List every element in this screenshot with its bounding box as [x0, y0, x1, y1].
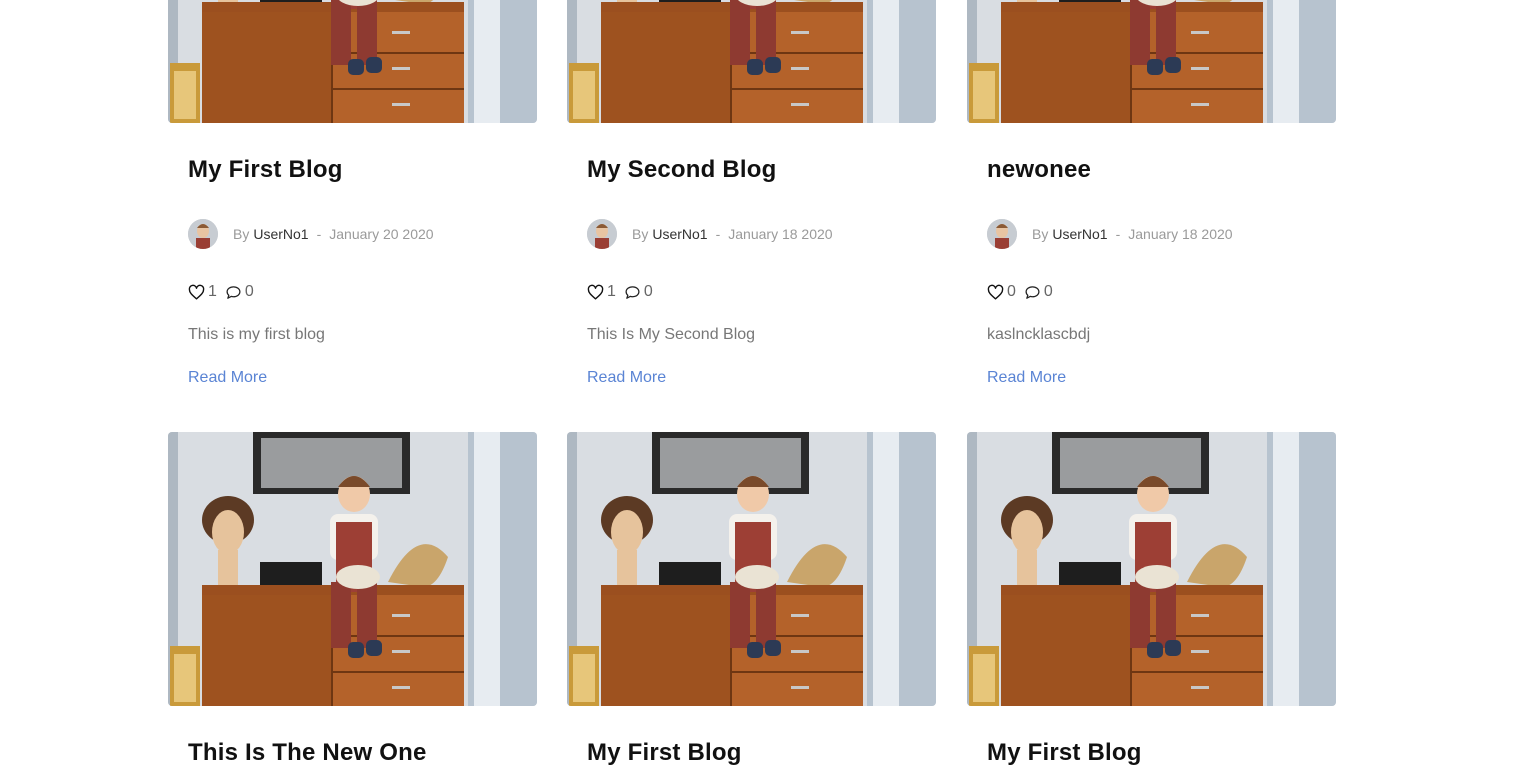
post-meta: By UserNo1 - January 18 2020: [987, 219, 1233, 249]
author-link[interactable]: UserNo1: [1052, 226, 1107, 242]
author-avatar[interactable]: [188, 219, 218, 249]
post-stats: 1 0: [188, 282, 262, 302]
by-label: By: [233, 226, 250, 242]
read-more-link[interactable]: Read More: [587, 369, 666, 387]
post-stats: 0 0: [987, 282, 1061, 302]
blog-cover-image[interactable]: [168, 432, 537, 706]
post-meta: By UserNo1 - January 20 2020: [188, 219, 434, 249]
like-count: 1: [208, 283, 217, 300]
post-excerpt: This is my first blog: [188, 326, 325, 343]
post-date: January 18 2020: [1128, 226, 1233, 242]
speech-bubble-icon[interactable]: [624, 284, 641, 301]
by-label: By: [632, 226, 649, 242]
post-meta: By UserNo1 - January 18 2020: [587, 219, 833, 249]
like-count: 0: [1007, 283, 1016, 300]
blog-grid: My First Blog By UserNo1 - January 20 20…: [168, 0, 1338, 766]
comment-count: 0: [244, 283, 254, 300]
comment-count: 0: [643, 283, 653, 300]
by-label: By: [1032, 226, 1049, 242]
post-excerpt: This Is My Second Blog: [587, 326, 756, 343]
blog-cover-image[interactable]: [967, 0, 1336, 123]
post-date: January 18 2020: [728, 226, 833, 242]
post-excerpt: kaslncklascbdj: [987, 326, 1091, 343]
meta-separator: -: [1115, 226, 1121, 242]
blog-cover-image[interactable]: [168, 0, 537, 123]
author-avatar[interactable]: [987, 219, 1017, 249]
speech-bubble-icon[interactable]: [1024, 284, 1041, 301]
blog-title[interactable]: This Is The New One: [188, 739, 427, 767]
blog-cover-image[interactable]: [567, 432, 936, 706]
blog-cover-image[interactable]: [567, 0, 936, 123]
blog-cover-image[interactable]: [967, 432, 1336, 706]
heart-outline-icon[interactable]: [188, 284, 205, 301]
author-link[interactable]: UserNo1: [253, 226, 308, 242]
blog-title[interactable]: My First Blog: [987, 739, 1142, 767]
post-date: January 20 2020: [329, 226, 434, 242]
blog-title[interactable]: My Second Blog: [587, 156, 776, 184]
meta-separator: -: [316, 226, 322, 242]
read-more-link[interactable]: Read More: [188, 369, 267, 387]
comment-count: 0: [1043, 283, 1053, 300]
like-count: 1: [607, 283, 616, 300]
blog-title[interactable]: My First Blog: [587, 739, 742, 767]
blog-title[interactable]: newonee: [987, 156, 1091, 184]
blog-title[interactable]: My First Blog: [188, 156, 343, 184]
meta-separator: -: [715, 226, 721, 242]
heart-outline-icon[interactable]: [587, 284, 604, 301]
speech-bubble-icon[interactable]: [225, 284, 242, 301]
post-stats: 1 0: [587, 282, 661, 302]
heart-outline-icon[interactable]: [987, 284, 1004, 301]
author-link[interactable]: UserNo1: [652, 226, 707, 242]
read-more-link[interactable]: Read More: [987, 369, 1066, 387]
author-avatar[interactable]: [587, 219, 617, 249]
